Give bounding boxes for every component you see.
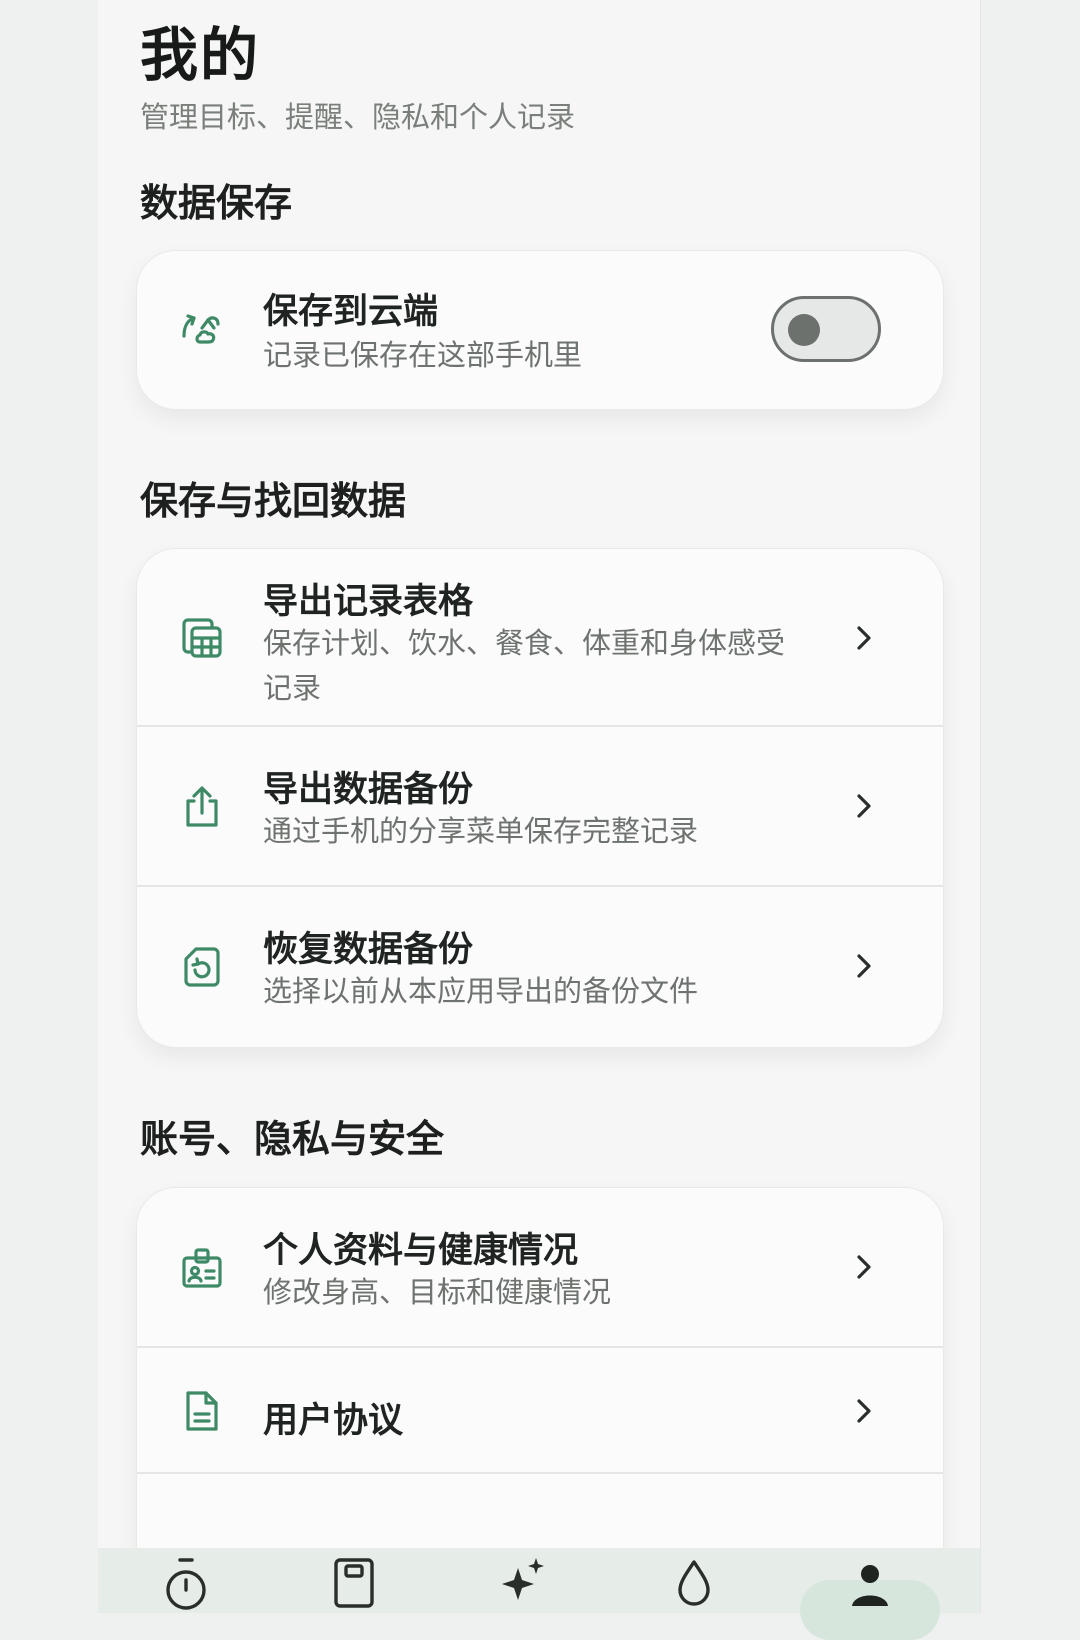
water-drop-icon [678, 1560, 710, 1606]
nav-profile-tab[interactable] [840, 1556, 900, 1613]
restore-backup-desc: 选择以前从本应用导出的备份文件 [263, 974, 699, 1008]
toggle-knob [788, 314, 820, 346]
profile-health-row[interactable]: 个人资料与健康情况 修改身高、目标和健康情况 [137, 1188, 943, 1348]
restore-file-icon [177, 942, 227, 992]
section-title-storage: 数据保存 [140, 181, 293, 225]
backup-card: 导出记录表格 保存计划、饮水、餐食、体重和身体感受记录 导出数据备份 通过手机的… [136, 548, 944, 1048]
export-backup-label: 导出数据备份 [263, 770, 474, 810]
chevron-right-icon [857, 1255, 871, 1279]
page-subtitle: 管理目标、提醒、隐私和个人记录 [140, 100, 576, 134]
cloud-sync-icon [177, 305, 227, 355]
cloud-save-row[interactable]: 保存到云端 记录已保存在这部手机里 [137, 251, 943, 409]
journal-icon [334, 1558, 374, 1608]
cloud-save-label: 保存到云端 [263, 292, 439, 332]
profile-card-icon [177, 1243, 227, 1293]
nav-water-tab[interactable] [664, 1556, 724, 1613]
bottom-nav [98, 1548, 980, 1640]
timer-icon [166, 1558, 206, 1610]
chevron-right-icon [857, 794, 871, 818]
chevron-right-icon [857, 1399, 871, 1423]
profile-health-label: 个人资料与健康情况 [263, 1231, 579, 1271]
section-title-account: 账号、隐私与安全 [140, 1117, 445, 1161]
account-card: 个人资料与健康情况 修改身高、目标和健康情况 用户协议 [136, 1187, 944, 1569]
sparkle-icon [502, 1558, 544, 1600]
profile-health-desc: 修改身高、目标和健康情况 [263, 1275, 612, 1309]
share-export-icon [177, 782, 227, 832]
profile-icon [852, 1565, 888, 1606]
cloud-save-card: 保存到云端 记录已保存在这部手机里 [136, 250, 944, 410]
nav-timer-tab[interactable] [156, 1556, 216, 1613]
restore-backup-label: 恢复数据备份 [263, 930, 474, 970]
user-agreement-row[interactable]: 用户协议 [137, 1348, 943, 1474]
chevron-right-icon [857, 626, 871, 650]
document-icon [177, 1386, 227, 1436]
nav-sparkle-tab[interactable] [494, 1556, 554, 1613]
profile-screen: 我的 管理目标、提醒、隐私和个人记录 数据保存 保存到云端 记录已保存在这部手机… [98, 0, 981, 1640]
export-sheet-label: 导出记录表格 [263, 582, 474, 622]
nav-journal-tab[interactable] [324, 1556, 384, 1613]
export-sheet-desc: 保存计划、饮水、餐食、体重和身体感受记录 [263, 626, 786, 705]
cloud-save-desc: 记录已保存在这部手机里 [263, 338, 583, 372]
cloud-save-toggle[interactable] [771, 296, 881, 362]
spreadsheet-icon [177, 613, 227, 663]
export-backup-row[interactable]: 导出数据备份 通过手机的分享菜单保存完整记录 [137, 727, 943, 887]
export-backup-desc: 通过手机的分享菜单保存完整记录 [263, 814, 699, 848]
page-title: 我的 [140, 21, 261, 89]
chevron-right-icon [857, 954, 871, 978]
section-title-backup: 保存与找回数据 [140, 479, 407, 523]
restore-backup-row[interactable]: 恢复数据备份 选择以前从本应用导出的备份文件 [137, 887, 943, 1047]
export-sheet-row[interactable]: 导出记录表格 保存计划、饮水、餐食、体重和身体感受记录 [137, 549, 943, 727]
user-agreement-label: 用户协议 [263, 1401, 404, 1441]
